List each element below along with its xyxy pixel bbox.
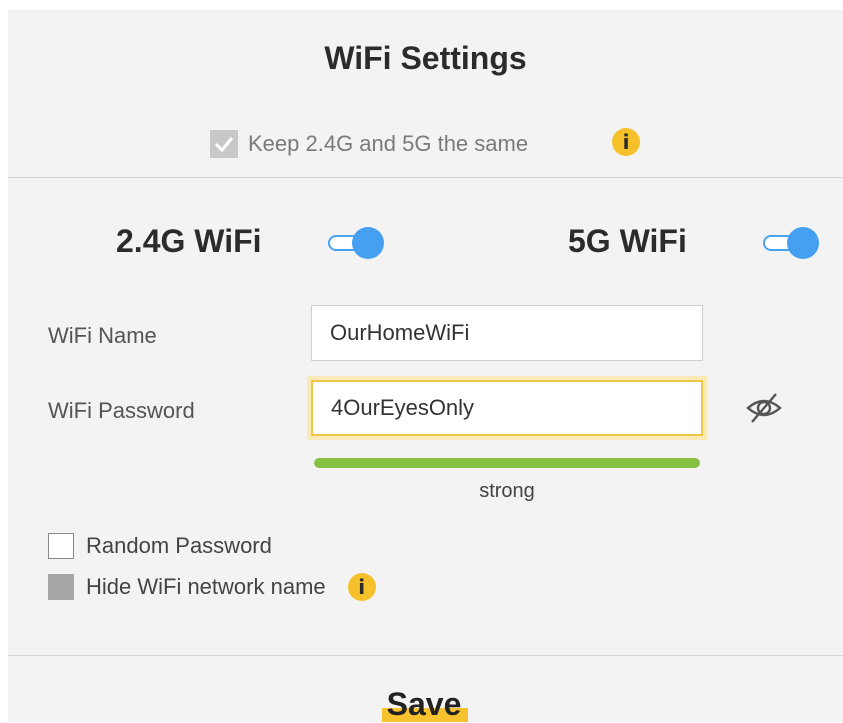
random-password-label: Random Password bbox=[86, 533, 272, 558]
save-label: Save bbox=[386, 686, 462, 722]
wifi-name-label: WiFi Name bbox=[48, 323, 157, 348]
wifi-name-input[interactable] bbox=[311, 305, 703, 361]
hide-network-checkbox[interactable] bbox=[48, 574, 74, 600]
wifi-password-input[interactable] bbox=[311, 380, 703, 436]
toggle-knob bbox=[787, 227, 819, 259]
band-5-label: 5G WiFi bbox=[568, 223, 687, 259]
toggle-knob bbox=[352, 227, 384, 259]
save-button[interactable]: Save bbox=[376, 682, 468, 722]
random-password-checkbox[interactable] bbox=[48, 533, 74, 559]
wifi-password-label: WiFi Password bbox=[48, 398, 195, 423]
hide-network-label: Hide WiFi network name bbox=[86, 574, 326, 599]
password-strength-fill bbox=[314, 458, 700, 468]
keep-same-label: Keep 2.4G and 5G the same bbox=[248, 131, 529, 156]
settings-panel: WiFi Settings Keep 2.4G and 5G the same … bbox=[8, 10, 843, 722]
password-strength-bar bbox=[314, 458, 700, 468]
page-title: WiFi Settings bbox=[324, 40, 527, 76]
info-icon[interactable]: i bbox=[612, 128, 640, 156]
random-password-option[interactable]: Random Password bbox=[48, 533, 272, 559]
keep-same-checkbox[interactable] bbox=[210, 130, 238, 158]
band-24-label: 2.4G WiFi bbox=[116, 223, 262, 259]
info-icon[interactable]: i bbox=[347, 573, 376, 601]
band-5-toggle[interactable] bbox=[763, 227, 819, 259]
hide-network-option[interactable]: Hide WiFi network name i bbox=[48, 573, 376, 601]
keep-same-option[interactable]: Keep 2.4G and 5G the same bbox=[210, 130, 528, 158]
checkmark-icon bbox=[214, 137, 234, 153]
password-strength-label: strong bbox=[479, 480, 535, 502]
band-24-toggle[interactable] bbox=[328, 227, 384, 259]
eye-slash-icon[interactable] bbox=[744, 392, 784, 424]
divider bbox=[8, 655, 843, 656]
divider bbox=[8, 177, 843, 178]
